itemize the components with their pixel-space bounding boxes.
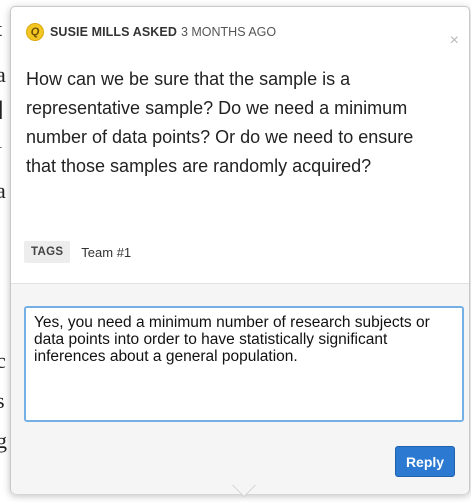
reply-input[interactable]: Yes, you need a minimum number of resear… <box>24 306 464 422</box>
asked-time: 3 MONTHS AGO <box>180 25 277 39</box>
question-badge-icon: Q <box>26 23 44 41</box>
close-icon[interactable]: × <box>450 33 459 49</box>
reply-button[interactable]: Reply <box>395 446 455 477</box>
tags-row: TAGS Team #1 <box>24 241 131 263</box>
question-header: Q SUSIE MILLS ASKED 3 MONTHS AGO <box>26 22 276 42</box>
tag-link[interactable]: Team #1 <box>81 245 131 260</box>
reply-area: Yes, you need a minimum number of resear… <box>11 283 469 494</box>
tags-label: TAGS <box>24 241 71 263</box>
asker-name: SUSIE MILLS ASKED <box>50 25 177 39</box>
question-popover: Q SUSIE MILLS ASKED 3 MONTHS AGO × How c… <box>10 6 470 494</box>
popover-arrow <box>232 484 256 496</box>
question-text: How can we be sure that the sample is a … <box>26 69 414 176</box>
